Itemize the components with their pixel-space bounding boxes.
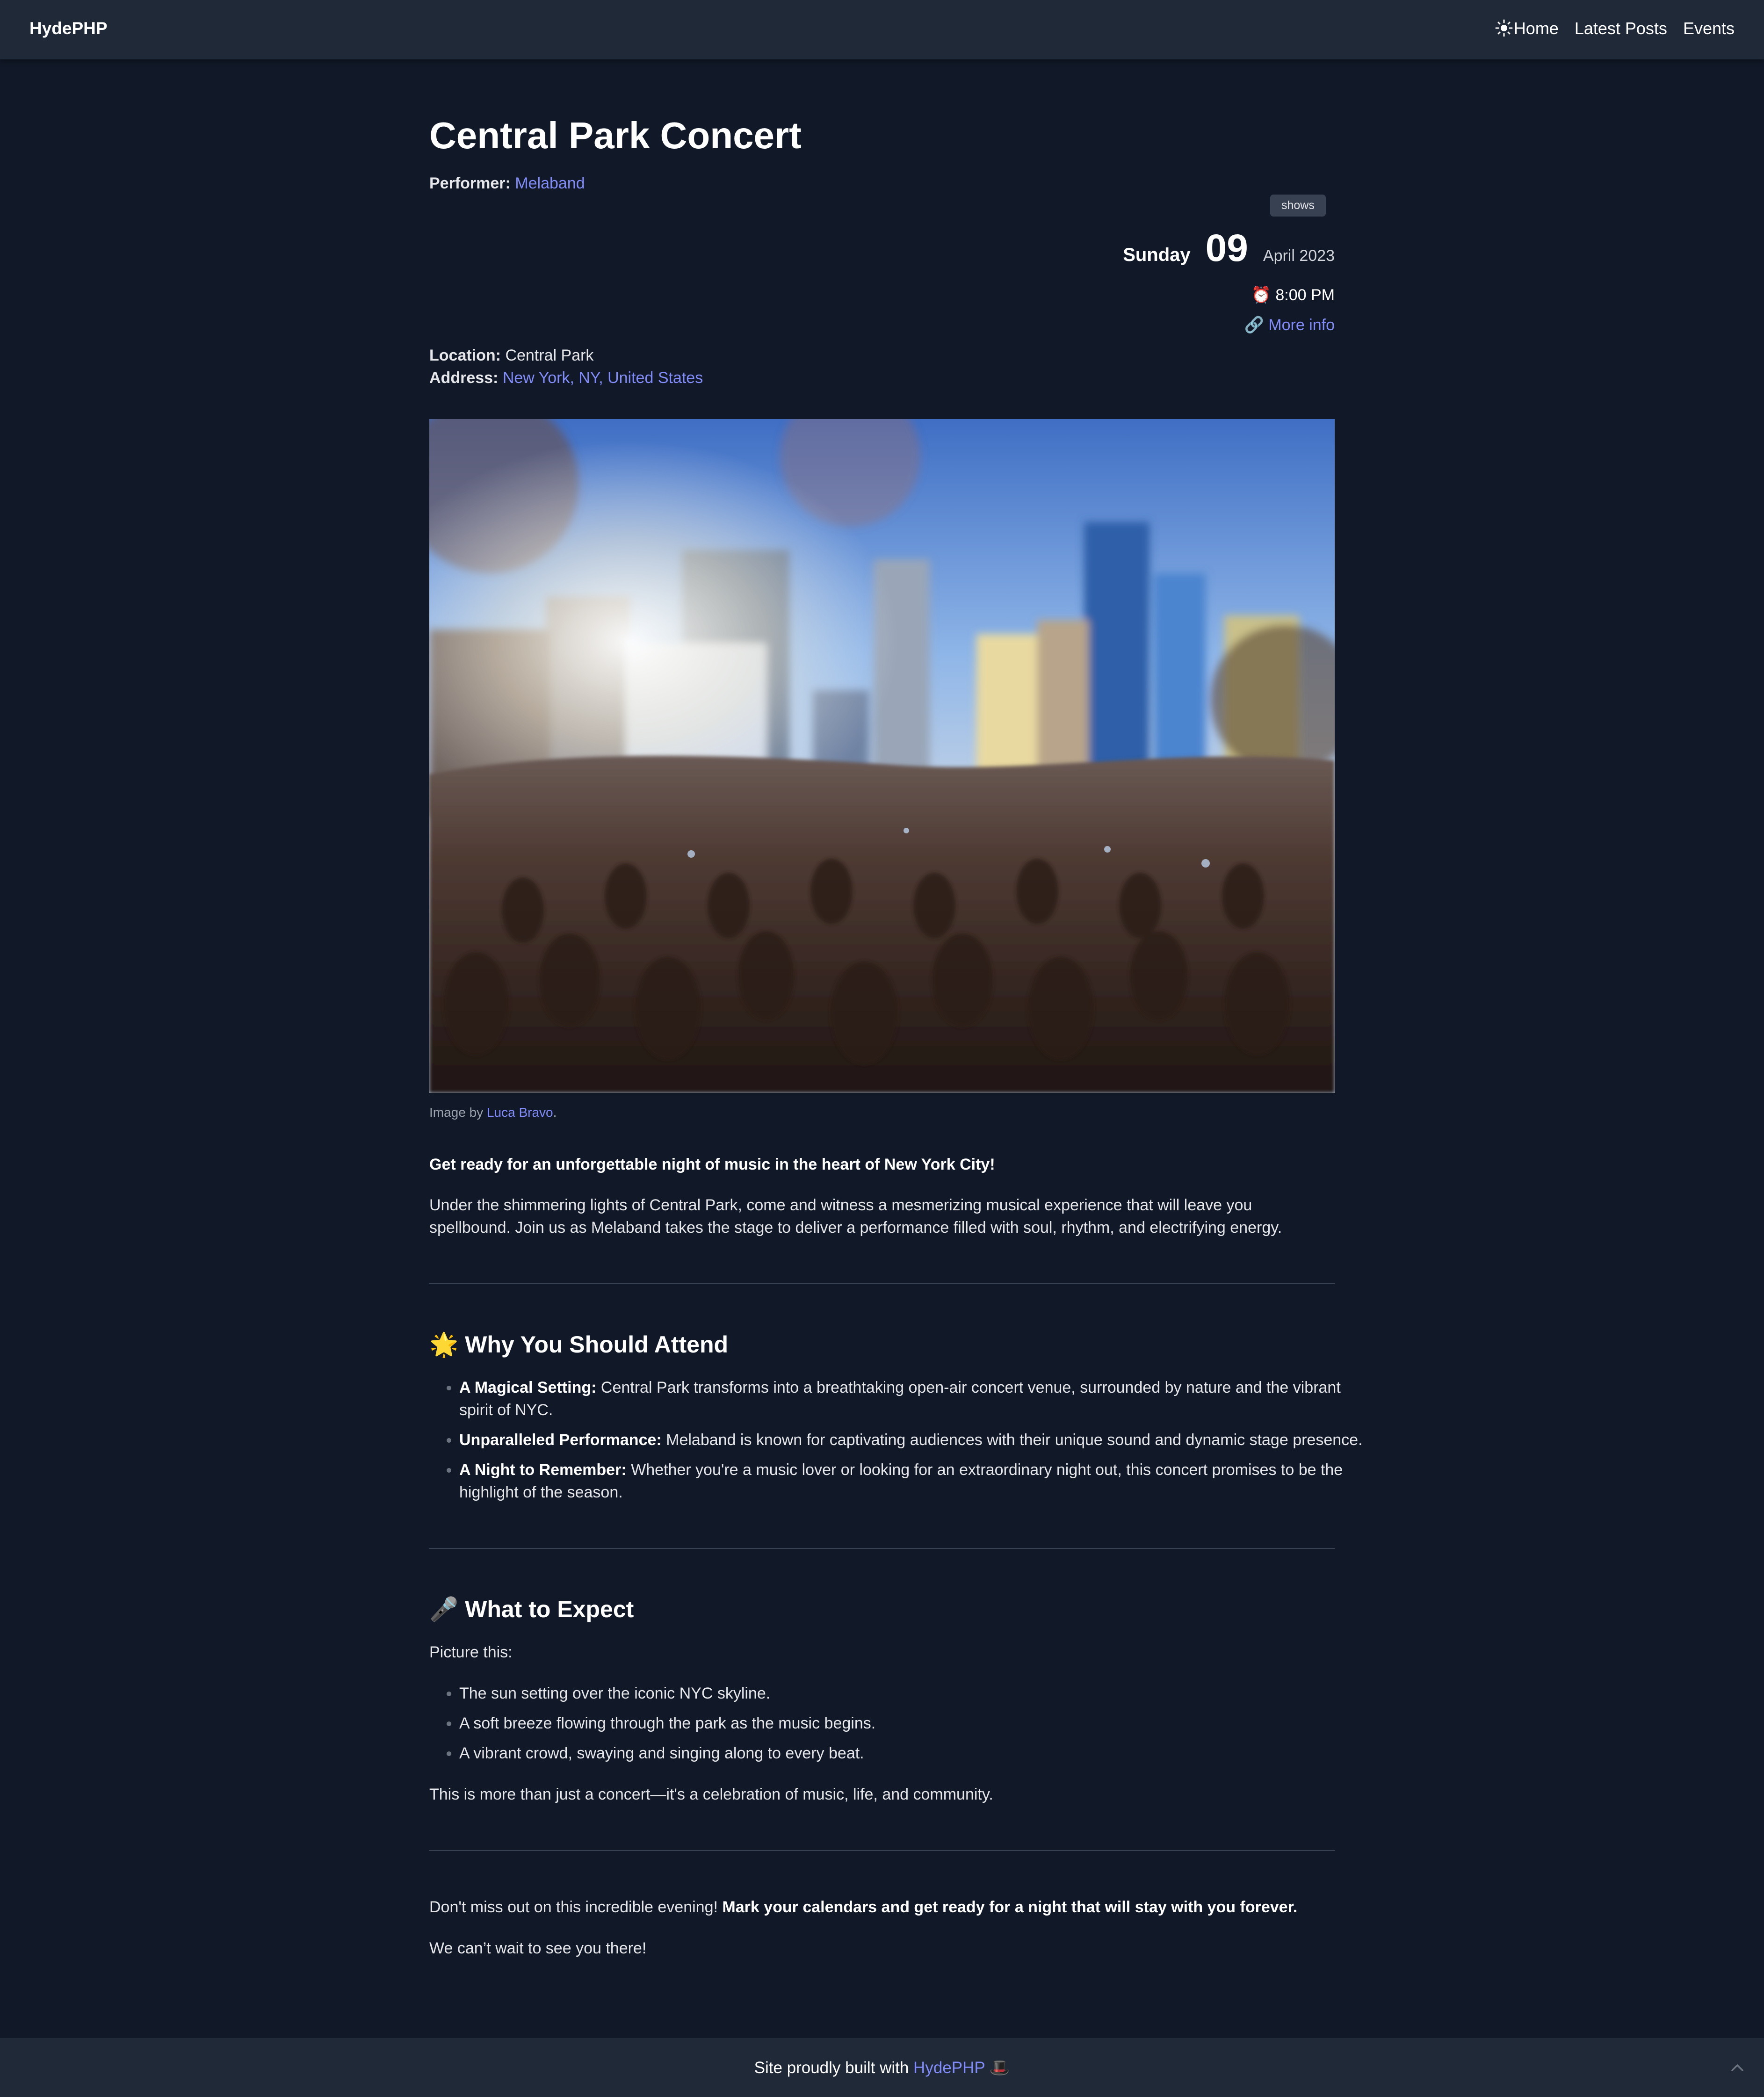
main-nav: Home Latest Posts Events	[1514, 19, 1735, 38]
event-day-number: 09	[1205, 227, 1248, 269]
event-month-year: April 2023	[1263, 247, 1335, 265]
address-map-link[interactable]: New York, NY, United States	[503, 369, 703, 387]
list-item-text: Melaband is known for captivating audien…	[661, 1431, 1363, 1449]
list-item: Unparalleled Performance: Melaband is kn…	[459, 1429, 1365, 1451]
image-caption: Image by Luca Bravo.	[429, 1105, 557, 1120]
concert-hero-image	[429, 419, 1335, 1093]
closing-paragraph: Don't miss out on this incredible evenin…	[429, 1896, 1335, 1918]
why-attend-heading: 🌟 Why You Should Attend	[429, 1331, 729, 1358]
intro-paragraph: Under the shimmering lights of Central P…	[429, 1196, 1282, 1237]
performer-link[interactable]: Melaband	[515, 174, 585, 192]
list-item-label: A Magical Setting:	[459, 1379, 597, 1396]
closing-bold: Mark your calendars and get ready for a …	[722, 1898, 1298, 1916]
location-label: Location:	[429, 347, 501, 364]
performer-label: Performer:	[429, 174, 511, 192]
event-time-value: 8:00 PM	[1275, 286, 1335, 304]
event-date: Sunday 09 April 2023	[1123, 229, 1335, 268]
location-value: Central Park	[505, 347, 594, 364]
theme-toggle-sun-icon[interactable]	[1495, 19, 1513, 37]
performer-line: Performer: Melaband	[429, 174, 585, 193]
footer-text: Site proudly built with HydePHP 🎩	[0, 2058, 1764, 2077]
event-time: ⏰ 8:00 PM	[1251, 286, 1335, 304]
alarm-clock-icon: ⏰	[1251, 286, 1271, 304]
list-item: A vibrant crowd, swaying and singing alo…	[459, 1742, 1365, 1764]
image-author-link[interactable]: Luca Bravo	[487, 1105, 553, 1120]
footer-hydephp-link[interactable]: HydePHP	[913, 2059, 985, 2077]
category-tag[interactable]: shows	[1270, 195, 1326, 217]
section-divider	[429, 1548, 1335, 1549]
event-weekday: Sunday	[1123, 245, 1191, 265]
list-item-label: Unparalleled Performance:	[459, 1431, 662, 1449]
back-to-top-chevron-up-icon[interactable]	[1729, 2061, 1745, 2075]
list-item: A soft breeze flowing through the park a…	[459, 1712, 1365, 1735]
top-navigation-bar: HydePHP Home Latest Posts Events	[0, 0, 1764, 59]
more-info-row: 🔗 More info	[1244, 316, 1335, 334]
why-attend-list: A Magical Setting: Central Park transfor…	[429, 1376, 1365, 1511]
list-item: A Magical Setting: Central Park transfor…	[459, 1376, 1365, 1421]
expect-outro: This is more than just a concert—it's a …	[429, 1786, 993, 1803]
address-line: Address: New York, NY, United States	[429, 369, 703, 387]
footer-prefix: Site proudly built with	[754, 2059, 914, 2077]
site-footer: Site proudly built with HydePHP 🎩	[0, 2038, 1764, 2097]
expect-intro: Picture this:	[429, 1643, 513, 1661]
section-divider	[429, 1850, 1335, 1851]
farewell-paragraph: We can’t wait to see you there!	[429, 1939, 647, 1957]
list-item: The sun setting over the iconic NYC skyl…	[459, 1682, 1365, 1705]
link-icon: 🔗	[1244, 316, 1264, 334]
nav-events-link[interactable]: Events	[1683, 19, 1735, 38]
location-line: Location: Central Park	[429, 347, 593, 365]
list-item: A Night to Remember: Whether you're a mu…	[459, 1459, 1365, 1504]
image-caption-prefix: Image by	[429, 1105, 484, 1120]
image-caption-suffix: .	[553, 1105, 557, 1120]
closing-plain: Don't miss out on this incredible evenin…	[429, 1898, 723, 1916]
list-item-label: A Night to Remember:	[459, 1461, 627, 1479]
footer-suffix: 🎩	[985, 2059, 1010, 2077]
event-title: Central Park Concert	[429, 115, 802, 156]
site-brand-link[interactable]: HydePHP	[29, 19, 108, 38]
what-to-expect-heading: 🎤 What to Expect	[429, 1596, 634, 1622]
section-divider	[429, 1283, 1335, 1284]
address-label: Address:	[429, 369, 499, 387]
nav-home-link[interactable]: Home	[1514, 19, 1559, 38]
nav-latest-posts-link[interactable]: Latest Posts	[1575, 19, 1667, 38]
what-to-expect-list: The sun setting over the iconic NYC skyl…	[429, 1682, 1365, 1772]
more-info-link[interactable]: More info	[1268, 316, 1335, 334]
lead-paragraph: Get ready for an unforgettable night of …	[429, 1156, 995, 1173]
